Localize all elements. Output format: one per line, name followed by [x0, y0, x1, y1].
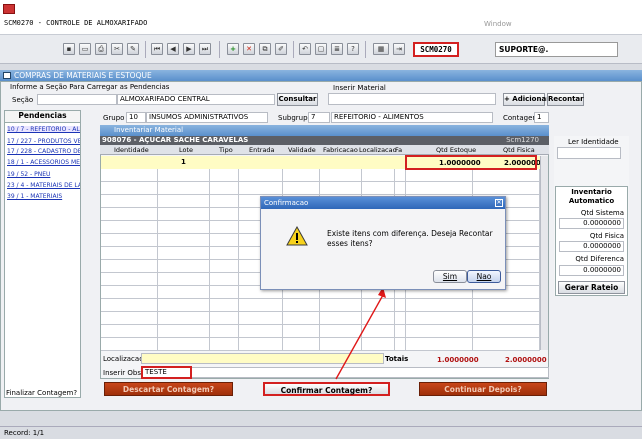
status-bar: Record: 1/1 — [0, 426, 642, 439]
record-counter: Record: 1/1 — [4, 429, 45, 437]
nao-button[interactable]: Nao — [467, 270, 501, 283]
close-icon[interactable]: ✕ — [495, 199, 503, 207]
dialog-title: Confirmacao — [261, 197, 505, 209]
warning-icon — [286, 226, 308, 246]
sim-button[interactable]: Sim — [433, 270, 467, 283]
confirmation-dialog: Confirmacao ✕ Existe itens com diferença… — [260, 196, 506, 290]
dialog-message: Existe itens com diferença. Deseja Recon… — [327, 229, 493, 248]
arrow-confirmar-to-dialog — [335, 294, 384, 380]
